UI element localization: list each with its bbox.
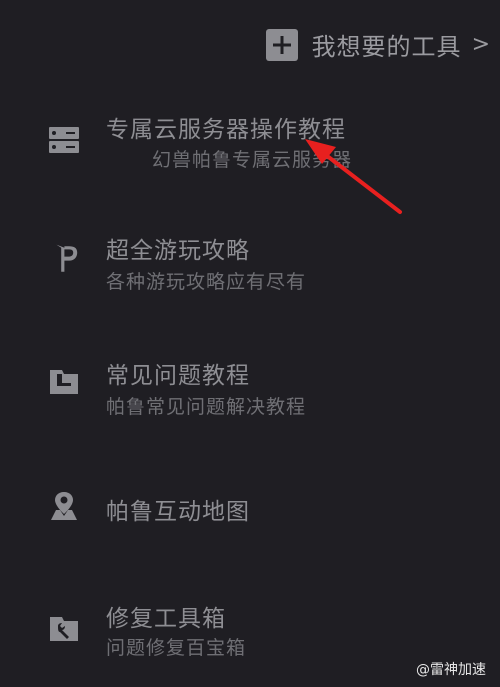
chevron-right-icon: > (471, 32, 490, 57)
my-tools-button[interactable]: 我想要的工具 > (265, 27, 490, 62)
menu-item-faq[interactable]: 常见问题教程 帕鲁常见问题解决教程 (0, 350, 500, 440)
menu-item-title: 帕鲁互动地图 (106, 499, 250, 525)
menu-item-game-guide[interactable]: 超全游玩攻略 各种游玩攻略应有尽有 (0, 225, 500, 315)
map-pin-icon (51, 492, 77, 520)
game-logo-icon (56, 244, 78, 272)
my-tools-label: 我想要的工具 (311, 33, 462, 61)
server-icon (49, 127, 79, 153)
wrench-folder-icon (50, 617, 78, 641)
menu-item-subtitle: 幻兽帕鲁专属云服务器 (152, 149, 353, 171)
menu-item-subtitle: 帕鲁常见问题解决教程 (106, 396, 307, 418)
menu-item-interactive-map[interactable]: 帕鲁互动地图 (0, 470, 500, 560)
menu-item-cloud-server[interactable]: 专属云服务器操作教程 幻兽帕鲁专属云服务器 (0, 100, 500, 190)
watermark: @雷神加速 (416, 659, 486, 679)
folder-icon (50, 370, 78, 394)
menu-item-title: 修复工具箱 (106, 606, 226, 632)
plus-icon (265, 28, 298, 61)
menu-item-title: 专属云服务器操作教程 (106, 117, 346, 143)
menu-item-title: 超全游玩攻略 (106, 238, 250, 264)
watermark-text: @雷神加速 (416, 662, 486, 678)
menu-item-title: 常见问题教程 (106, 363, 250, 389)
menu-item-subtitle: 问题修复百宝箱 (106, 637, 247, 659)
menu-item-subtitle: 各种游玩攻略应有尽有 (106, 271, 307, 293)
